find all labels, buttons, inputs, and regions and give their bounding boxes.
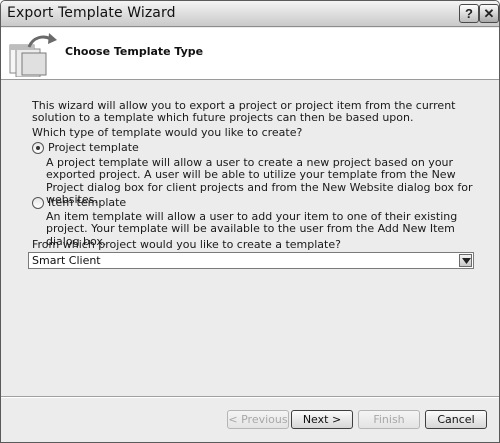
close-button[interactable]: ✕ — [479, 4, 499, 23]
intro-text: This wizard will allow you to export a p… — [32, 99, 456, 124]
project-select-value: Smart Client — [32, 254, 101, 267]
template-type-question: Which type of template would you like to… — [32, 126, 303, 139]
project-template-label[interactable]: Project template — [48, 141, 139, 154]
cancel-button[interactable]: Cancel — [425, 410, 487, 429]
page-title: Choose Template Type — [65, 45, 204, 58]
export-template-wizard-dialog: Export Template Wizard ? ✕ Choose Templa… — [0, 0, 500, 443]
item-template-radio[interactable] — [32, 196, 44, 209]
export-template-icon — [9, 33, 57, 77]
item-template-option[interactable]: Item template — [32, 196, 126, 209]
item-template-label[interactable]: Item template — [48, 196, 126, 209]
chevron-down-icon[interactable] — [459, 254, 472, 267]
help-button[interactable]: ? — [459, 4, 479, 23]
finish-button[interactable]: Finish — [358, 410, 420, 429]
title-bar: Export Template Wizard ? ✕ — [1, 1, 499, 27]
project-select[interactable]: Smart Client — [28, 252, 474, 269]
project-select-label: From which project would you like to cre… — [32, 238, 341, 251]
next-button[interactable]: Next > — [291, 410, 353, 429]
window-title: Export Template Wizard — [7, 5, 176, 21]
previous-button[interactable]: < Previous — [227, 410, 289, 429]
footer-divider — [1, 396, 499, 398]
wizard-header: Choose Template Type — [1, 28, 499, 80]
project-template-option[interactable]: Project template — [32, 141, 139, 154]
project-template-radio[interactable] — [32, 141, 44, 154]
